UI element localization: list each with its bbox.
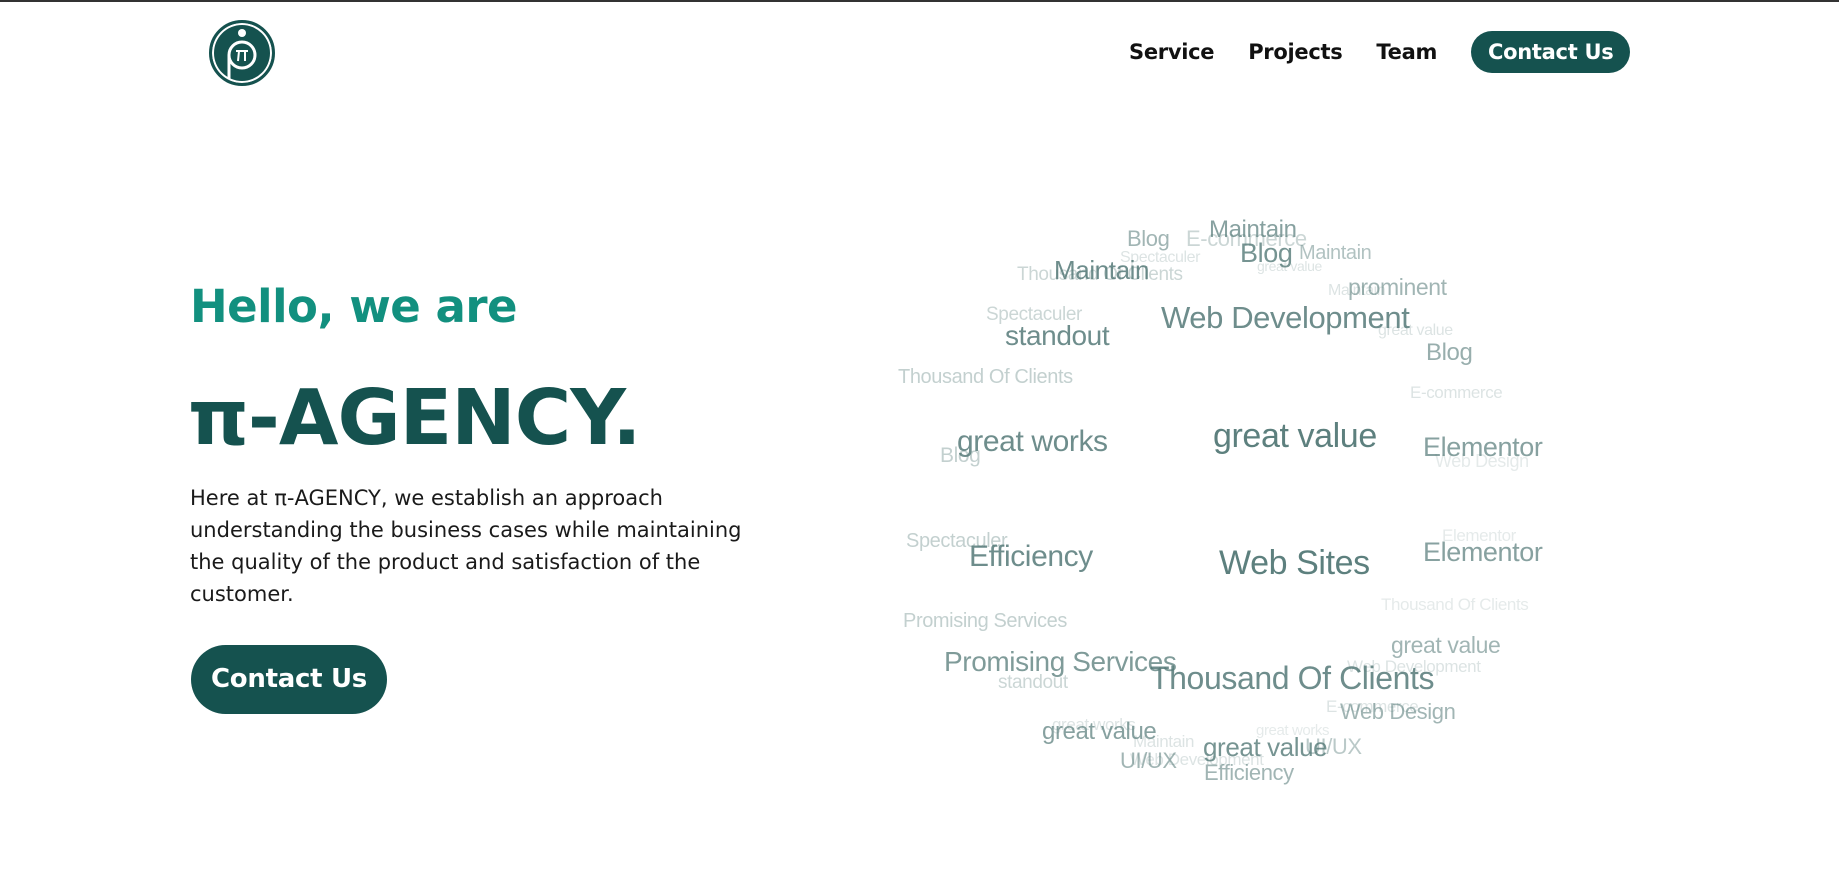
cloud-tag[interactable]: E-commerce — [1410, 383, 1503, 403]
cloud-tag[interactable]: Web Sites — [1219, 544, 1370, 583]
cloud-tag[interactable]: Web Design — [1435, 451, 1529, 472]
hero-description: Here at π-AGENCY, we establish an approa… — [190, 486, 742, 606]
nav-link-service[interactable]: Service — [1129, 40, 1215, 64]
cloud-tag[interactable]: Web Development — [1161, 300, 1410, 336]
cloud-tag[interactable]: great value — [1257, 258, 1322, 274]
cloud-tag[interactable]: Thousand Of Clients — [1017, 264, 1183, 286]
cloud-tag[interactable]: Thousand Of Clients — [1381, 595, 1529, 615]
cloud-tag[interactable]: great value — [1378, 322, 1453, 340]
hero-contact-button[interactable]: Contact Us — [191, 645, 387, 714]
cloud-tag[interactable]: Maintain — [1328, 282, 1386, 300]
site-header: Service Projects Team Contact Us — [0, 2, 1839, 102]
tag-cloud: Maintain Blog E-commerce Blog Maintain S… — [880, 200, 1580, 800]
cloud-tag[interactable]: Efficiency — [1204, 760, 1294, 786]
cloud-tag[interactable]: great value — [1391, 632, 1501, 659]
cloud-tag[interactable]: Thousand Of Clients — [898, 366, 1073, 389]
cloud-tag[interactable]: standout — [1005, 320, 1110, 352]
cloud-tag[interactable]: Blog — [940, 444, 981, 468]
cloud-tag[interactable]: Web Design — [1340, 699, 1456, 725]
nav-link-projects[interactable]: Projects — [1248, 40, 1343, 64]
nav-contact-button[interactable]: Contact Us — [1471, 31, 1631, 73]
cloud-tag[interactable]: great value — [1213, 417, 1377, 456]
main-nav: Service Projects Team Contact Us — [1129, 30, 1631, 74]
cloud-tag[interactable]: Thousand Of Clients — [1150, 660, 1435, 697]
hero-greeting: Hello, we are — [190, 280, 518, 333]
cloud-tag[interactable]: standout — [998, 672, 1068, 694]
nav-link-team[interactable]: Team — [1376, 40, 1437, 64]
agency-logo-icon[interactable] — [209, 20, 275, 86]
cloud-tag[interactable]: UI/UX — [1120, 748, 1177, 774]
cloud-tag[interactable]: Blog — [1426, 339, 1473, 367]
pi-logo-icon — [215, 26, 269, 80]
hero-title: π-AGENCY. — [188, 374, 641, 463]
cloud-tag[interactable]: Promising Services — [903, 610, 1067, 633]
cloud-tag[interactable]: Efficiency — [969, 540, 1093, 574]
cloud-tag[interactable]: Elementor — [1423, 537, 1543, 568]
